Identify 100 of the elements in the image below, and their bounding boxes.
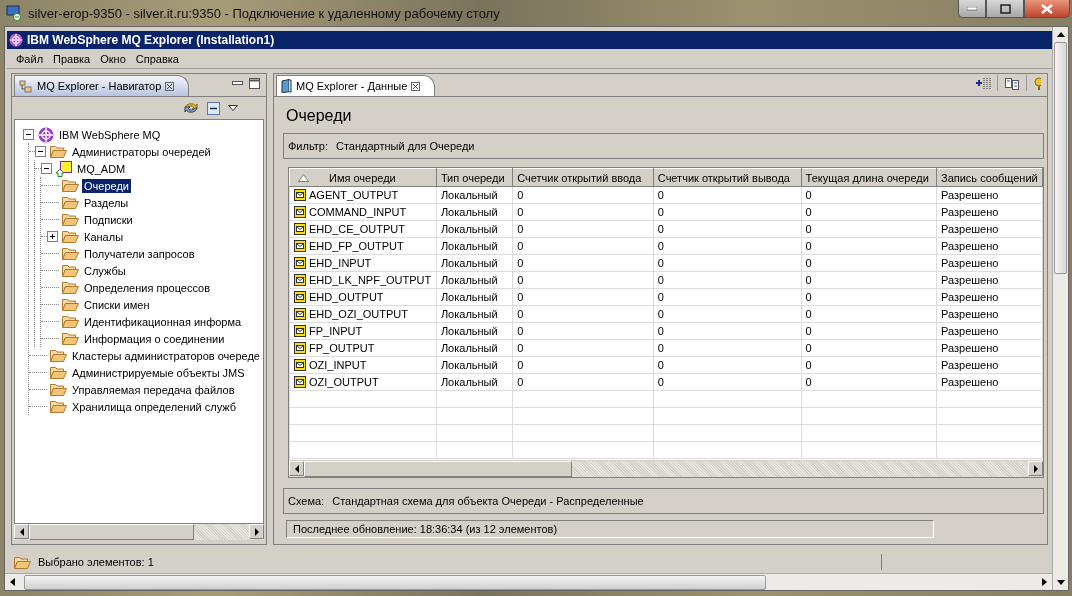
maximize-button[interactable] bbox=[986, 0, 1024, 18]
arrow-left-icon[interactable] bbox=[10, 578, 15, 586]
table-cell: Локальный bbox=[436, 305, 513, 323]
column-header[interactable]: Имя очереди bbox=[289, 168, 437, 187]
table-cell: 0 bbox=[512, 254, 654, 272]
table-cell: 0 bbox=[801, 356, 937, 374]
close-button[interactable] bbox=[1024, 0, 1070, 18]
view-tab[interactable]: MQ Explorer - Данные bbox=[276, 75, 436, 96]
minimize-view-icon[interactable] bbox=[232, 80, 243, 86]
tree-item[interactable]: Службы bbox=[82, 263, 128, 278]
table-cell: 0 bbox=[512, 339, 654, 357]
table-cell: 0 bbox=[512, 322, 654, 340]
minimize-icon bbox=[967, 6, 977, 11]
table-cell: Локальный bbox=[436, 237, 513, 255]
tree-item[interactable]: Управляемая передача файлов bbox=[70, 382, 237, 397]
table-cell: Разрешено bbox=[936, 186, 1043, 204]
minimize-button[interactable] bbox=[958, 0, 986, 18]
queue-icon bbox=[294, 206, 306, 218]
folder-icon bbox=[62, 179, 79, 192]
tree-item[interactable]: Хранилища определений служб bbox=[70, 399, 239, 414]
tree-item[interactable]: MQ_ADM bbox=[75, 161, 128, 176]
arrow-left-icon[interactable] bbox=[293, 464, 300, 473]
column-header[interactable]: Тип очереди bbox=[436, 168, 513, 187]
tree-item[interactable]: Получатели запросов bbox=[82, 246, 197, 261]
table-cell: 0 bbox=[801, 186, 937, 204]
arrow-down-icon[interactable] bbox=[1056, 580, 1065, 585]
add-column-icon[interactable] bbox=[975, 76, 991, 90]
tree-item[interactable]: Очереди bbox=[82, 178, 131, 193]
table-cell: Разрешено bbox=[936, 305, 1043, 323]
menu-item[interactable]: Файл bbox=[11, 52, 49, 65]
tree-item[interactable]: Каналы bbox=[82, 229, 126, 244]
table-cell: 0 bbox=[512, 237, 654, 255]
menu-item[interactable]: Окно bbox=[95, 52, 131, 65]
arrow-right-icon[interactable] bbox=[1032, 464, 1039, 473]
folder-icon bbox=[62, 213, 79, 226]
column-header[interactable]: Запись сообщений bbox=[936, 168, 1043, 187]
table-cell: 0 bbox=[801, 339, 937, 357]
schema-label: Схема: bbox=[288, 495, 325, 507]
queue-name: EHD_INPUT bbox=[309, 257, 372, 269]
arrow-left-icon[interactable] bbox=[18, 527, 25, 536]
column-header[interactable]: Счетчик открытий ввода bbox=[512, 168, 654, 187]
arrow-right-icon[interactable] bbox=[253, 527, 260, 536]
expand-icon[interactable] bbox=[47, 231, 58, 242]
table-cell: Разрешено bbox=[936, 271, 1043, 289]
tree-item[interactable]: Разделы bbox=[82, 195, 131, 210]
table-cell: 0 bbox=[653, 186, 802, 204]
maximize-view-icon[interactable] bbox=[249, 77, 260, 89]
tree-item[interactable]: Кластеры администраторов очереде bbox=[70, 348, 262, 363]
table-cell: Локальный bbox=[436, 220, 513, 238]
table-cell: 0 bbox=[801, 305, 937, 323]
queue-name: EHD_CE_OUTPUT bbox=[309, 223, 405, 235]
tree-item[interactable]: Идентификационная информа bbox=[82, 314, 244, 329]
table-cell: 0 bbox=[653, 322, 802, 340]
collapse-icon[interactable] bbox=[35, 146, 46, 157]
view-tab[interactable]: MQ Explorer - Навигатор bbox=[14, 75, 190, 96]
column-header[interactable]: Счетчик открытий вывода bbox=[653, 168, 802, 187]
compare-columns-icon[interactable] bbox=[1004, 76, 1020, 90]
folder-icon bbox=[62, 332, 79, 345]
table-cell: 0 bbox=[512, 305, 654, 323]
close-icon[interactable] bbox=[165, 81, 175, 91]
tree-item[interactable]: Администраторы очередей bbox=[70, 144, 213, 159]
table-cell: 0 bbox=[512, 288, 654, 306]
column-header[interactable]: Текущая длина очереди bbox=[801, 168, 937, 187]
tree-item[interactable]: Информация о соединении bbox=[82, 331, 227, 346]
table-cell: Локальный bbox=[436, 186, 513, 204]
queue-name: EHD_FP_OUTPUT bbox=[309, 240, 404, 252]
folder-icon bbox=[62, 298, 79, 311]
folder-icon bbox=[50, 383, 67, 396]
table-cell: 0 bbox=[653, 254, 802, 272]
queue-icon bbox=[294, 240, 306, 252]
arrow-right-icon[interactable] bbox=[1042, 578, 1047, 586]
menu-item[interactable]: Справка bbox=[130, 52, 184, 65]
queue-name: OZI_INPUT bbox=[309, 359, 367, 371]
tree-item[interactable]: Списки имен bbox=[82, 297, 152, 312]
table-cell: 0 bbox=[512, 356, 654, 374]
book-icon bbox=[281, 79, 292, 93]
tree-item[interactable]: IBM WebSphere MQ bbox=[57, 127, 163, 142]
last-update-text: Последнее обновление: 18:36:34 (из 12 элементов) bbox=[286, 520, 934, 538]
tree-item[interactable]: Администрируемые объекты JMS bbox=[70, 365, 247, 380]
horizontal-scrollbar[interactable] bbox=[5, 573, 1052, 590]
collapse-icon[interactable] bbox=[41, 163, 52, 174]
vertical-scrollbar[interactable] bbox=[1052, 27, 1068, 590]
horizontal-scrollbar[interactable] bbox=[14, 524, 264, 540]
collapse-all-icon[interactable] bbox=[207, 101, 220, 115]
table-cell: 0 bbox=[801, 237, 937, 255]
key-icon[interactable] bbox=[1033, 76, 1041, 90]
table-cell: 0 bbox=[653, 339, 802, 357]
close-icon[interactable] bbox=[411, 81, 421, 91]
horizontal-scrollbar[interactable] bbox=[289, 460, 1043, 477]
close-icon bbox=[1041, 3, 1053, 14]
queue-manager-icon bbox=[56, 160, 72, 177]
arrow-up-icon[interactable] bbox=[1056, 32, 1065, 37]
tree-item[interactable]: Определения процессов bbox=[82, 280, 213, 295]
window-title: silver-erop-9350 - silver.it.ru:9350 - Подключение к удаленному рабочему столу bbox=[28, 5, 500, 21]
menu-item[interactable]: Правка bbox=[48, 52, 96, 65]
view-menu-icon[interactable] bbox=[228, 105, 238, 111]
queue-icon bbox=[294, 376, 306, 388]
collapse-icon[interactable] bbox=[23, 129, 34, 140]
tree-item[interactable]: Подписки bbox=[82, 212, 135, 227]
sync-icon[interactable] bbox=[183, 101, 199, 115]
